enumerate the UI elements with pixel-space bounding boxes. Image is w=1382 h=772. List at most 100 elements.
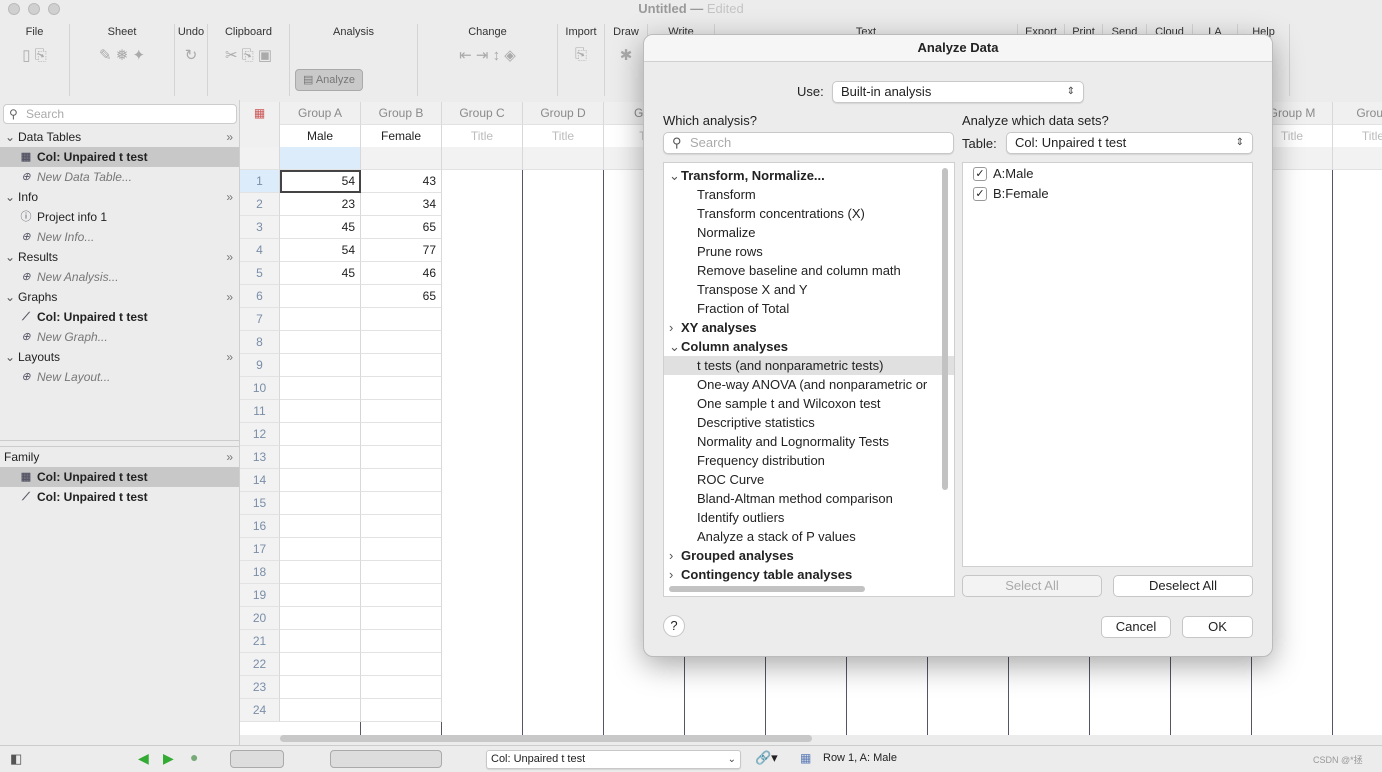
analysis-option[interactable]: One-way ANOVA (and nonparametric or bbox=[664, 375, 954, 394]
data-cell[interactable] bbox=[361, 538, 442, 561]
analysis-category[interactable]: ⌄ Column analyses bbox=[664, 337, 954, 356]
use-select[interactable]: Built-in analysis ⇕ bbox=[832, 81, 1084, 103]
row-header[interactable]: 23 bbox=[240, 676, 280, 699]
toolbar-icons[interactable]: ↻ bbox=[175, 46, 207, 64]
data-cell[interactable] bbox=[280, 630, 361, 653]
data-cell[interactable] bbox=[280, 584, 361, 607]
analysis-option[interactable]: Normality and Lognormality Tests bbox=[664, 432, 954, 451]
data-cell[interactable] bbox=[361, 469, 442, 492]
data-cell[interactable] bbox=[361, 400, 442, 423]
data-cell[interactable] bbox=[280, 607, 361, 630]
subcolumn-header[interactable] bbox=[361, 147, 442, 170]
analysis-option[interactable]: Fraction of Total bbox=[664, 299, 954, 318]
toolbar-icons[interactable]: ▯ ⎘ bbox=[0, 46, 69, 64]
column-title[interactable]: Title bbox=[523, 125, 604, 148]
data-cell[interactable] bbox=[361, 308, 442, 331]
row-header[interactable]: 11 bbox=[240, 400, 280, 423]
subcolumn-header[interactable] bbox=[280, 147, 361, 170]
expand-icon[interactable]: » bbox=[226, 187, 233, 207]
section-layouts[interactable]: ⌄ Layouts » bbox=[0, 347, 239, 367]
data-cell[interactable] bbox=[361, 561, 442, 584]
row-header[interactable]: 21 bbox=[240, 630, 280, 653]
data-cell[interactable]: 34 bbox=[361, 193, 442, 216]
data-cell[interactable] bbox=[280, 515, 361, 538]
data-cell[interactable] bbox=[361, 331, 442, 354]
data-cell[interactable] bbox=[280, 538, 361, 561]
row-header[interactable]: 1 bbox=[240, 170, 280, 193]
row-header[interactable]: 16 bbox=[240, 515, 280, 538]
data-cell[interactable] bbox=[280, 354, 361, 377]
analysis-option[interactable]: t tests (and nonparametric tests) bbox=[664, 356, 954, 375]
data-cell[interactable] bbox=[280, 469, 361, 492]
expand-icon[interactable]: » bbox=[226, 127, 233, 147]
analysis-option[interactable]: Transform concentrations (X) bbox=[664, 204, 954, 223]
row-header[interactable]: 6 bbox=[240, 285, 280, 308]
data-cell[interactable] bbox=[280, 492, 361, 515]
new-item-link[interactable]: ⊕ New Data Table... bbox=[0, 167, 239, 187]
divider[interactable] bbox=[0, 440, 239, 441]
table-select[interactable]: Col: Unpaired t test ⇕ bbox=[1006, 132, 1253, 154]
analysis-option[interactable]: One sample t and Wilcoxon test bbox=[664, 394, 954, 413]
data-cell[interactable]: 54 bbox=[280, 170, 361, 193]
select-all-button[interactable]: Select All bbox=[962, 575, 1102, 597]
row-header[interactable]: 5 bbox=[240, 262, 280, 285]
row-header[interactable]: 8 bbox=[240, 331, 280, 354]
analysis-option[interactable]: Identify outliers bbox=[664, 508, 954, 527]
data-cell[interactable] bbox=[280, 699, 361, 722]
column-group-header[interactable]: Group A bbox=[280, 102, 361, 125]
row-header[interactable]: 17 bbox=[240, 538, 280, 561]
data-cell[interactable] bbox=[361, 446, 442, 469]
data-cell[interactable] bbox=[361, 377, 442, 400]
navigator-item[interactable]: ▦ Col: Unpaired t test bbox=[0, 147, 239, 167]
chevron-right-icon[interactable]: › bbox=[669, 565, 673, 584]
ok-button[interactable]: OK bbox=[1182, 616, 1253, 638]
data-cell[interactable] bbox=[361, 699, 442, 722]
data-cell[interactable] bbox=[361, 607, 442, 630]
analyze-button[interactable]: ▤ Analyze bbox=[295, 69, 363, 91]
row-header[interactable]: 18 bbox=[240, 561, 280, 584]
row-header[interactable]: 3 bbox=[240, 216, 280, 239]
data-cell[interactable] bbox=[361, 354, 442, 377]
chevron-down-icon[interactable]: ⌄ bbox=[5, 187, 15, 207]
column-group-header[interactable]: Group D bbox=[523, 102, 604, 125]
data-cell[interactable]: 43 bbox=[361, 170, 442, 193]
navigator-item[interactable]: ▦ Col: Unpaired t test bbox=[0, 467, 239, 487]
data-cell[interactable]: 65 bbox=[361, 285, 442, 308]
column-title[interactable]: Title bbox=[442, 125, 523, 148]
toolbar-icons[interactable]: ✂ ⎘ ▣ bbox=[208, 46, 289, 64]
expand-icon[interactable]: » bbox=[226, 247, 233, 267]
expand-icon[interactable]: » bbox=[226, 447, 233, 467]
row-header[interactable]: 12 bbox=[240, 423, 280, 446]
analysis-category[interactable]: › Contingency table analyses bbox=[664, 565, 954, 584]
chevron-down-icon[interactable]: ⌄ bbox=[5, 247, 15, 267]
dataset-checkbox[interactable]: ✓ A:Male bbox=[963, 164, 1252, 184]
analysis-option[interactable]: ROC Curve bbox=[664, 470, 954, 489]
analysis-category[interactable]: ⌄ Transform, Normalize... bbox=[664, 166, 954, 185]
next-sheet-icon[interactable]: ▶ bbox=[163, 750, 174, 767]
toolbar-icons[interactable]: ⎘ bbox=[558, 46, 604, 63]
analysis-tree[interactable]: ⌄ Transform, Normalize... Transform Transfo… bbox=[663, 162, 955, 597]
analysis-option[interactable]: Normalize bbox=[664, 223, 954, 242]
data-cell[interactable]: 45 bbox=[280, 262, 361, 285]
data-cell[interactable] bbox=[280, 400, 361, 423]
new-item-link[interactable]: ⊕ New Layout... bbox=[0, 367, 239, 387]
analysis-option[interactable]: Prune rows bbox=[664, 242, 954, 261]
data-cell[interactable] bbox=[280, 285, 361, 308]
navigator-item[interactable]: ⟋ Col: Unpaired t test bbox=[0, 487, 239, 507]
chevron-down-icon[interactable]: ⌄ bbox=[5, 347, 15, 367]
row-header[interactable]: 9 bbox=[240, 354, 280, 377]
new-item-link[interactable]: ⊕ New Graph... bbox=[0, 327, 239, 347]
section-data-tables[interactable]: ⌄ Data Tables » bbox=[0, 127, 239, 147]
column-title[interactable]: Female bbox=[361, 125, 442, 148]
data-cell[interactable] bbox=[280, 653, 361, 676]
column-title[interactable]: Title bbox=[1333, 125, 1382, 148]
toolbar-icons[interactable]: ✱ bbox=[605, 46, 647, 64]
chevron-down-icon[interactable]: ⌄ bbox=[5, 287, 15, 307]
analysis-search[interactable]: ⚲ Search bbox=[663, 132, 954, 154]
data-cell[interactable] bbox=[280, 561, 361, 584]
datasets-list[interactable]: ✓ A:Male ✓ B:Female bbox=[962, 162, 1253, 567]
sidebar-search[interactable]: ⚲ Search bbox=[3, 104, 237, 124]
subcolumn-header[interactable] bbox=[523, 147, 604, 170]
previous-sheet-icon[interactable]: ◀ bbox=[138, 750, 149, 767]
data-cell[interactable]: 77 bbox=[361, 239, 442, 262]
